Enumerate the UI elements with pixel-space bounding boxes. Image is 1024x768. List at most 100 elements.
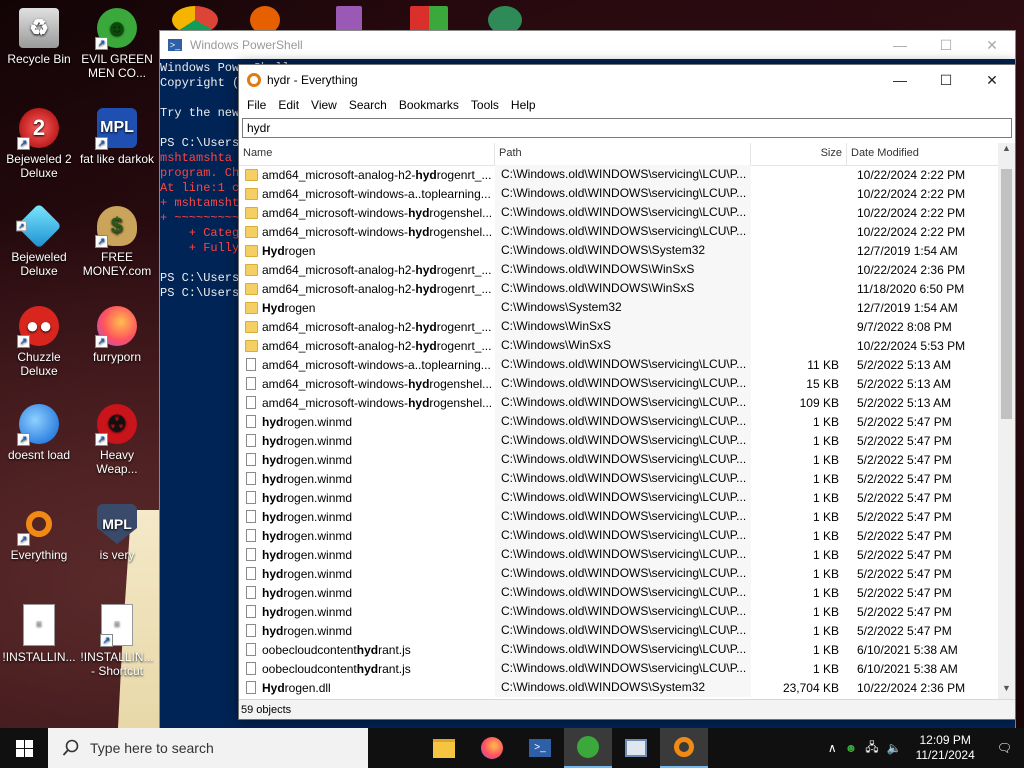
result-row[interactable]: hyd rogen.winmd C:\Windows.old\WINDOWS\ser… [239, 545, 999, 564]
result-name: amd64_microsoft-windows-hyd rogenshel... [239, 225, 495, 239]
result-path: C:\Windows.old\WINDOWS\servicing\LCU\P..… [495, 564, 751, 583]
maximize-button[interactable]: ☐ [923, 37, 969, 54]
results-list: amd64_microsoft-analog-h2- hyd rogenrt_...… [239, 165, 999, 699]
vertical-scrollbar[interactable]: ▲ ▼ [998, 143, 1015, 699]
result-row[interactable]: hyd rogen.winmd C:\Windows.old\WINDOWS\ser… [239, 602, 999, 621]
desktop-icon-label: FREE MONEY.com [82, 250, 152, 278]
maximize-button[interactable]: ☐ [923, 72, 969, 89]
result-row[interactable]: Hyd rogen.dll C:\Windows.old\WINDOWS\Syste… [239, 678, 999, 697]
column-header-date-modified[interactable]: Date Modified [847, 143, 999, 165]
start-button[interactable] [0, 728, 48, 768]
result-date: 5/2/2022 5:47 PM [857, 547, 952, 562]
scroll-down-icon[interactable]: ▼ [998, 683, 1015, 699]
shortcut-arrow-icon: ↗ [95, 37, 108, 50]
result-row[interactable]: amd64_microsoft-analog-h2- hyd rogenrt_...… [239, 165, 999, 184]
column-header-size[interactable]: Size [751, 143, 847, 165]
result-row[interactable]: amd64_microsoft-windows-a..toplearning..… [239, 184, 999, 203]
taskbar-firefox[interactable] [468, 728, 516, 768]
menu-tools[interactable]: Tools [465, 98, 505, 112]
mpl-icon: MPL ↗ [95, 108, 137, 150]
close-button[interactable]: ✕ [969, 72, 1015, 89]
desktop-icon-fat-like-darkok[interactable]: MPL ↗ fat like darkok [78, 108, 156, 166]
desktop-icon-installing[interactable]: ≡ !INSTALLIN... [0, 604, 78, 664]
taskbar-file-explorer[interactable] [420, 728, 468, 768]
desktop-icon-furryporn[interactable]: ↗ furryporn [78, 306, 156, 364]
result-row[interactable]: Hyd rogen C:\Windows\System32 12/7/2019 1:5… [239, 298, 999, 317]
result-row[interactable]: hyd rogen.winmd C:\Windows.old\WINDOWS\ser… [239, 431, 999, 450]
everything-window[interactable]: hydr - Everything — ☐ ✕ File Edit View S… [238, 64, 1016, 720]
result-name-post: rogen [284, 300, 316, 315]
result-row[interactable]: amd64_microsoft-windows-hyd rogenshel... C… [239, 393, 999, 412]
menu-file[interactable]: File [241, 98, 272, 112]
desktop-icon-bejeweled2[interactable]: 2 ↗ Bejeweled 2 Deluxe [0, 108, 78, 180]
result-row[interactable]: amd64_microsoft-analog-h2- hyd rogenrt_...… [239, 279, 999, 298]
result-size: 1 KB [812, 642, 839, 657]
desktop-icon-chuzzle[interactable]: ●● ↗ Chuzzle Deluxe [0, 306, 78, 378]
result-row[interactable]: oobecloudcontent hyd rant.js C:\Windows.old… [239, 640, 999, 659]
result-row[interactable]: hyd rogen.winmd C:\Windows.old\WINDOWS\ser… [239, 412, 999, 431]
file-icon [246, 377, 256, 390]
scrollbar-thumb[interactable] [1001, 169, 1012, 419]
result-row[interactable]: amd64_microsoft-windows-hyd rogenshel... C… [239, 374, 999, 393]
desktop-icon-label: fat like darkok [79, 152, 155, 166]
search-input[interactable] [242, 118, 1012, 138]
result-row[interactable]: amd64_microsoft-analog-h2- hyd rogenrt_...… [239, 317, 999, 336]
column-header-path[interactable]: Path [495, 143, 751, 165]
volume-icon[interactable]: 🔈 [883, 741, 906, 755]
result-row[interactable]: Hyd rogen C:\Windows.old\WINDOWS\System32 1… [239, 241, 999, 260]
column-header-name[interactable]: Name [239, 143, 495, 165]
menu-edit[interactable]: Edit [272, 98, 305, 112]
taskbar-green-men[interactable] [564, 728, 612, 768]
result-name-hl: hyd [262, 509, 284, 524]
result-row[interactable]: hyd rogen.winmd C:\Windows.old\WINDOWS\ser… [239, 469, 999, 488]
minimize-button[interactable]: — [877, 72, 923, 89]
green-men-tray-icon[interactable]: ☻ [841, 741, 862, 755]
result-row[interactable]: hyd rogen.winmd C:\Windows.old\WINDOWS\ser… [239, 564, 999, 583]
desktop-icon-recycle-bin[interactable]: ♻ Recycle Bin [0, 8, 78, 66]
menu-search[interactable]: Search [343, 98, 393, 112]
result-path: C:\Windows.old\WINDOWS\servicing\LCU\P..… [495, 450, 751, 469]
result-row[interactable]: amd64_microsoft-windows-hyd rogenshel... C… [239, 203, 999, 222]
result-date: 5/2/2022 5:13 AM [857, 376, 952, 391]
windows-logo-icon [15, 739, 33, 757]
desktop-icon-heavy-weapon[interactable]: ☢ ↗ Heavy Weap... [78, 404, 156, 476]
result-size: 1 KB [812, 414, 839, 429]
desktop-icon-installing-shortcut[interactable]: ≡ ↗ !INSTALLIN... - Shortcut [78, 604, 156, 678]
everything-titlebar[interactable]: hydr - Everything — ☐ ✕ [239, 65, 1015, 95]
menu-help[interactable]: Help [505, 98, 542, 112]
result-row[interactable]: amd64_microsoft-analog-h2- hyd rogenrt_...… [239, 260, 999, 279]
chevron-up-icon[interactable]: ∧ [824, 741, 841, 755]
result-row[interactable]: hyd rogen.winmd C:\Windows.old\WINDOWS\ser… [239, 526, 999, 545]
result-row[interactable]: hyd rogen.winmd C:\Windows.old\WINDOWS\ser… [239, 507, 999, 526]
desktop-icon-is-very[interactable]: MPL is very [78, 504, 156, 562]
powershell-titlebar[interactable]: >_ Windows PowerShell — ☐ ✕ [160, 31, 1015, 59]
minimize-button[interactable]: — [877, 37, 923, 54]
network-icon[interactable]: 🖧 [861, 738, 882, 759]
result-row[interactable]: amd64_microsoft-analog-h2- hyd rogenrt_...… [239, 336, 999, 355]
result-row[interactable]: hyd rogen.winmd C:\Windows.old\WINDOWS\ser… [239, 450, 999, 469]
result-date: 10/22/2024 5:53 PM [857, 338, 966, 353]
shortcut-arrow-icon: ↗ [100, 634, 113, 647]
close-button[interactable]: ✕ [969, 37, 1015, 54]
desktop-icon-doesnt-load[interactable]: ↗ doesnt load [0, 404, 78, 462]
result-path: C:\Windows.old\WINDOWS\servicing\LCU\P..… [495, 184, 751, 203]
result-row[interactable]: oobecloudcontent hyd rant.js C:\Windows.old… [239, 659, 999, 678]
menu-bookmarks[interactable]: Bookmarks [393, 98, 465, 112]
taskbar-search-box[interactable]: Type here to search [48, 728, 368, 768]
taskbar-window-app[interactable] [612, 728, 660, 768]
result-row[interactable]: hyd rogen.winmd C:\Windows.old\WINDOWS\ser… [239, 583, 999, 602]
taskbar-everything[interactable] [660, 728, 708, 768]
desktop-icon-everything[interactable]: ↗ Everything [0, 504, 78, 562]
desktop-icon-free-money[interactable]: $ ↗ FREE MONEY.com [78, 206, 156, 278]
desktop-icon-bejeweled[interactable]: ↗ Bejeweled Deluxe [0, 203, 78, 278]
scroll-up-icon[interactable]: ▲ [998, 143, 1015, 159]
notification-icon[interactable]: 🗨 [985, 741, 1024, 755]
result-row[interactable]: hyd rogen.winmd C:\Windows.old\WINDOWS\ser… [239, 621, 999, 640]
taskbar-powershell[interactable]: >_ [516, 728, 564, 768]
clock[interactable]: 12:09 PM 11/21/2024 [906, 733, 985, 763]
result-row[interactable]: amd64_microsoft-windows-hyd rogenshel... C… [239, 222, 999, 241]
menu-view[interactable]: View [305, 98, 343, 112]
result-row[interactable]: hyd rogen.winmd C:\Windows.old\WINDOWS\ser… [239, 488, 999, 507]
result-row[interactable]: amd64_microsoft-windows-a..toplearning..… [239, 355, 999, 374]
desktop-icon-evil-green-men[interactable]: ☻ ↗ EVIL GREEN MEN CO... [78, 8, 156, 80]
